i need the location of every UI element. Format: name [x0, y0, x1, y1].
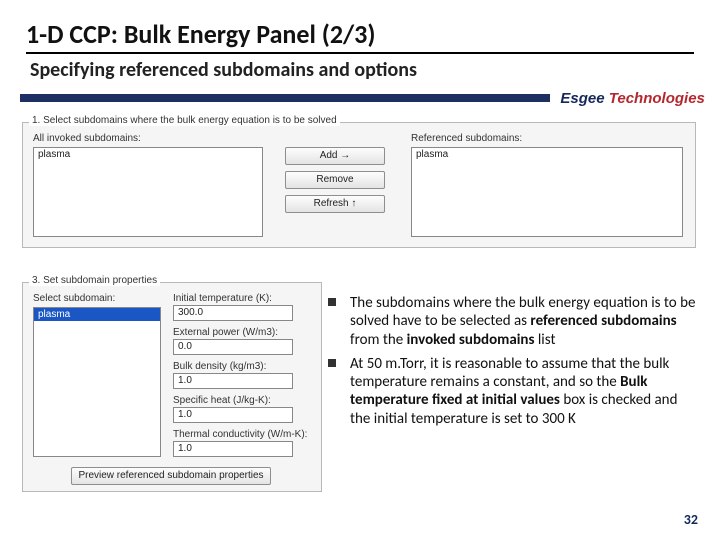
select-subdomain-list[interactable]: plasma [33, 307, 161, 457]
bullets: The subdomains where the bulk energy equ… [328, 294, 696, 434]
bulk-density-label: Bulk density (kg/m3): [173, 361, 266, 372]
page-subtitle: Specifying referenced subdomains and opt… [30, 58, 694, 82]
refresh-button[interactable]: Refresh ↑ [285, 195, 385, 213]
preview-button[interactable]: Preview referenced subdomain properties [71, 467, 271, 485]
bullet-icon [328, 359, 336, 367]
therm-cond-field[interactable]: 1.0 [173, 441, 293, 457]
init-temp-field[interactable]: 300.0 [173, 305, 293, 321]
bullet-1: The subdomains where the bulk energy equ… [328, 294, 696, 349]
step3-panel: 3. Set subdomain properties Select subdo… [22, 274, 332, 500]
brand-logo: Esgee Technologies [550, 90, 715, 107]
bullet-icon [328, 298, 336, 306]
step1-title: 1. Select subdomains where the bulk ener… [29, 115, 340, 126]
remove-button[interactable]: Remove [285, 171, 385, 189]
bullet-2: At 50 m.Torr, it is reasonable to assume… [328, 355, 696, 428]
list-item[interactable]: plasma [412, 148, 682, 161]
therm-cond-label: Thermal conductivity (W/m-K): [173, 429, 307, 440]
page-number: 32 [684, 511, 698, 528]
spec-heat-label: Specific heat (J/kg-K): [173, 395, 271, 406]
referenced-list[interactable]: plasma [411, 147, 683, 237]
brand-bar: Esgee Technologies [20, 88, 700, 108]
page-title: 1-D CCP: Bulk Energy Panel (2/3) [26, 18, 694, 54]
select-subdomain-label: Select subdomain: [33, 293, 115, 304]
referenced-label: Referenced subdomains: [411, 133, 522, 144]
step3-title: 3. Set subdomain properties [29, 275, 160, 286]
ext-power-label: External power (W/m3): [173, 327, 278, 338]
invoked-list[interactable]: plasma [33, 147, 263, 237]
invoked-label: All invoked subdomains: [33, 133, 141, 144]
init-temp-label: Initial temperature (K): [173, 293, 272, 304]
spec-heat-field[interactable]: 1.0 [173, 407, 293, 423]
ext-power-field[interactable]: 0.0 [173, 339, 293, 355]
bulk-density-field[interactable]: 1.0 [173, 373, 293, 389]
step1-panel: 1. Select subdomains where the bulk ener… [22, 114, 702, 268]
add-button[interactable]: Add → [285, 147, 385, 165]
list-item[interactable]: plasma [34, 308, 160, 321]
list-item[interactable]: plasma [34, 148, 262, 161]
